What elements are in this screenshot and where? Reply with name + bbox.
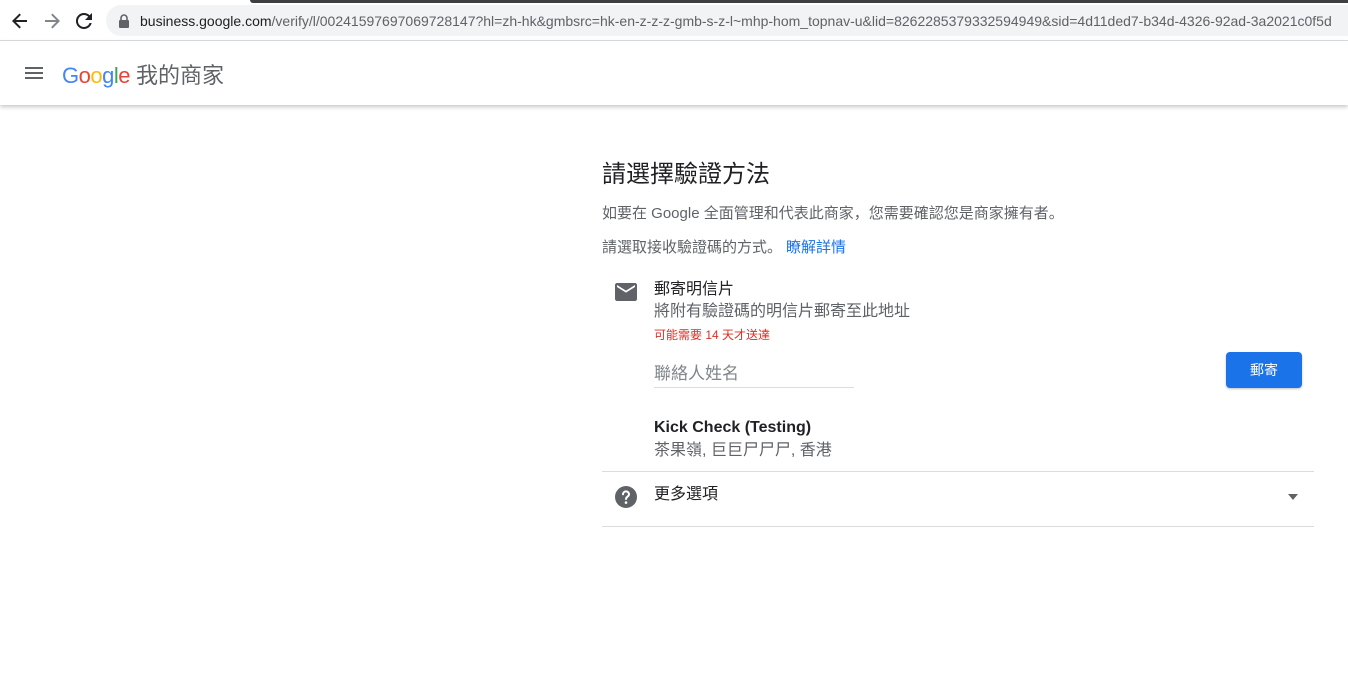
browser-toolbar: business.google.com/verify/l/00241597697… [0,0,1348,41]
url-text: business.google.com/verify/l/00241597697… [140,13,1332,29]
url-host: business.google.com [140,12,272,29]
logo-letter: G [62,63,79,88]
back-button[interactable] [7,8,33,34]
contact-name-input[interactable] [654,360,854,388]
product-name: 我的商家 [136,63,225,88]
delivery-warning: 可能需要 14 天才送達 [654,328,771,342]
tab-strip-edge [250,0,1348,3]
main-menu-button[interactable] [20,59,48,87]
help-icon [615,486,637,508]
choose-method-label: 請選取接收驗證碼的方式。 [602,239,783,256]
postcard-subtitle: 將附有驗證碼的明信片郵寄至此地址 [654,303,911,320]
forward-button[interactable] [39,8,65,34]
chevron-down-icon [1288,494,1298,500]
url-path: /verify/l/00241597697069728147?hl=zh-hk&… [271,12,1332,29]
verification-panel: 請選擇驗證方法 如要在 Google 全面管理和代表此商家，您需要確認您是商家擁… [602,160,1314,527]
app-header: Google 我的商家 [0,41,1348,105]
logo-letter: o [90,63,103,88]
brand[interactable]: Google 我的商家 [62,58,224,90]
address-bar[interactable]: business.google.com/verify/l/00241597697… [106,5,1348,36]
learn-more-link[interactable]: 瞭解詳情 [786,239,846,256]
mail-postcard-button[interactable]: 郵寄 [1226,352,1302,388]
page-description: 如要在 Google 全面管理和代表此商家，您需要確認您是商家擁有者。 [602,205,1064,222]
choose-method-text: 請選取接收驗證碼的方式。 瞭解詳情 [602,238,1314,258]
mail-icon [615,283,637,301]
postcard-option: 郵寄明信片 將附有驗證碼的明信片郵寄至此地址 可能需要 14 天才送達 郵寄 K… [602,276,1314,472]
business-address: 茶果嶺, 巨巨尸尸尸, 香港 [654,442,832,459]
hamburger-menu-icon [25,67,43,79]
logo-letter: o [78,63,91,88]
google-logo: Google [62,63,131,89]
page-title: 請選擇驗證方法 [602,161,770,188]
reload-button[interactable] [71,8,97,34]
postcard-title: 郵寄明信片 [654,281,735,298]
arrow-left-icon [12,13,27,29]
more-options-label: 更多選項 [654,486,719,503]
more-options-expander[interactable]: 更多選項 [602,472,1314,527]
business-name: Kick Check (Testing) [654,419,812,436]
arrow-right-icon [45,13,60,29]
logo-letter: e [118,63,131,88]
logo-letter: g [102,63,114,88]
lock-icon [119,13,129,28]
reload-icon [76,13,92,29]
